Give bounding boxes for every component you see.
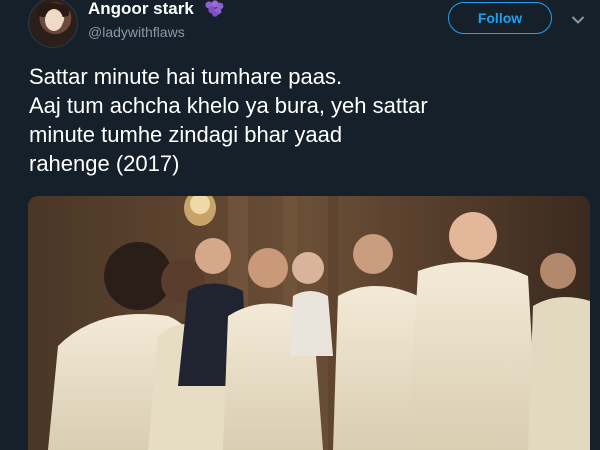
follow-button[interactable]: Follow xyxy=(448,2,552,34)
tweet-text-line: minute tumhe zindagi bhar yaad xyxy=(29,122,343,147)
grapes-icon xyxy=(204,0,223,17)
user-handle[interactable]: @ladywithflaws xyxy=(88,24,185,40)
photo-illustration xyxy=(28,196,590,450)
display-name-text: Angoor stark xyxy=(88,0,194,18)
tweet-text-line: Sattar minute hai tumhare paas. xyxy=(29,64,343,89)
tweet-text: Sattar minute hai tumhare paas. Aaj tum … xyxy=(29,62,569,178)
display-name[interactable]: Angoor stark xyxy=(88,0,225,19)
tweet-photo[interactable] xyxy=(28,196,590,450)
chevron-down-icon[interactable] xyxy=(570,12,586,28)
tweet-text-line: Aaj tum achcha khelo ya bura, yeh sattar xyxy=(29,93,428,118)
avatar[interactable] xyxy=(28,0,78,48)
tweet-header: Angoor stark @ladywithflaws Follow xyxy=(0,0,600,60)
tweet-text-line: rahenge (2017) xyxy=(29,151,180,176)
